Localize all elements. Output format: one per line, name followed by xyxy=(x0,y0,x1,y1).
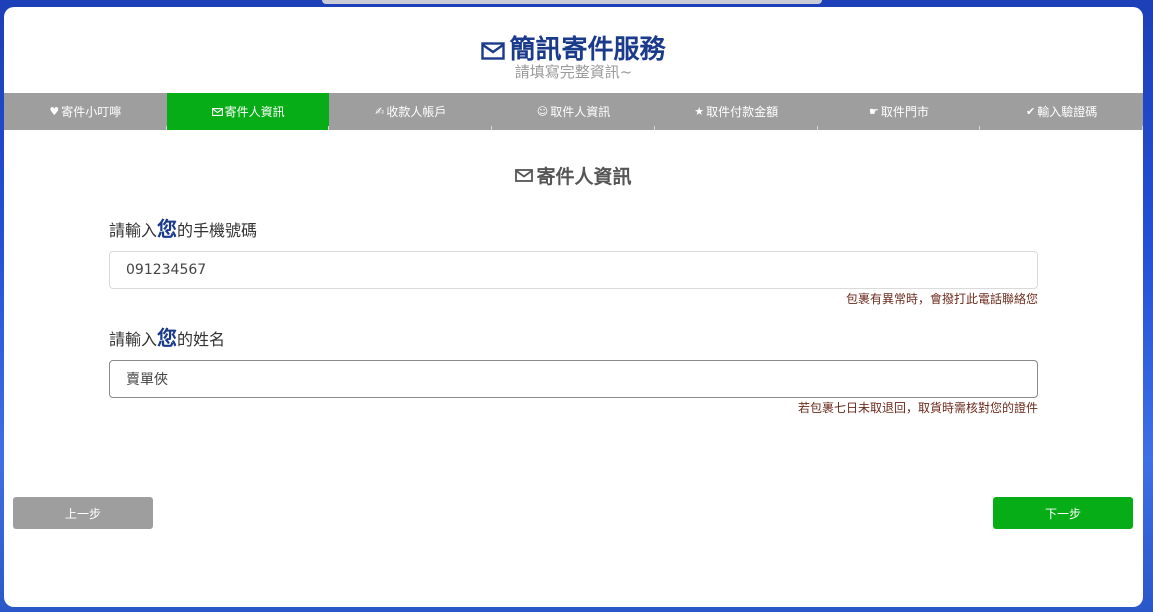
writing-hand-icon: ✍ xyxy=(375,105,385,118)
tab-label: 寄件小叮嚀 xyxy=(61,105,122,119)
pointing-hand-icon: ☛ xyxy=(869,105,879,118)
section-title: 寄件人資訊 xyxy=(4,162,1143,189)
star-icon: ★ xyxy=(694,105,705,118)
phone-label-you: 您 xyxy=(157,217,178,241)
check-icon: ✔ xyxy=(1026,105,1036,118)
tab-step-7[interactable]: ✔ 輸入驗證碼 xyxy=(980,93,1143,130)
heart-icon: ♥ xyxy=(49,105,60,118)
tab-label: 收款人帳戶 xyxy=(386,105,447,119)
tab-label: 輸入驗證碼 xyxy=(1037,105,1098,119)
phone-label: 請輸入您的手機號碼 xyxy=(109,218,1038,242)
phone-form-group: 請輸入您的手機號碼 091234567 包裹有異常時，會撥打此電話聯絡您 xyxy=(109,218,1038,307)
phone-hint: 包裹有異常時，會撥打此電話聯絡您 xyxy=(845,292,1038,306)
prev-step-button[interactable]: 上一步 xyxy=(13,497,153,529)
browser-top-tab xyxy=(322,0,822,4)
step-tabs: ♥ 寄件小叮嚀 寄件人資訊 ✍ 收款人帳戶 ☺ 取件人資訊 ★ 取件付款金額 ☛ 取件門市 ✔ 輸入驗證… xyxy=(4,93,1143,130)
page-title: 簡訊寄件服務 xyxy=(481,35,666,65)
tab-step-3[interactable]: ✍ 收款人帳戶 xyxy=(329,93,492,130)
tab-step-2[interactable]: 寄件人資訊 xyxy=(166,93,330,130)
tab-label: 取件付款金額 xyxy=(706,105,779,119)
name-label: 請輸入您的姓名 xyxy=(109,327,1038,351)
next-step-button[interactable]: 下一步 xyxy=(993,497,1133,529)
name-input[interactable]: 賣單俠 xyxy=(109,360,1038,398)
tab-step-4[interactable]: ☺ 取件人資訊 xyxy=(492,93,655,130)
tab-label: 取件門市 xyxy=(880,105,929,119)
phone-label-prefix: 請輸入 xyxy=(109,221,158,240)
tab-label: 寄件人資訊 xyxy=(224,105,285,119)
name-form-group: 請輸入您的姓名 賣單俠 若包裹七日未取退回，取貨時需核對您的證件 xyxy=(109,327,1038,416)
page-subtitle: 請填寫完整資訊~ xyxy=(514,63,633,81)
mail-icon xyxy=(481,42,506,60)
main-card: 簡訊寄件服務 請填寫完整資訊~ ♥ 寄件小叮嚀 寄件人資訊 ✍ 收款人帳戶 ☺ 取件人資訊 ★… xyxy=(4,7,1143,607)
mail-icon xyxy=(515,169,534,182)
name-label-suffix: 的姓名 xyxy=(177,330,226,349)
name-hint: 若包裹七日未取退回，取貨時需核對您的證件 xyxy=(797,401,1038,415)
name-label-prefix: 請輸入 xyxy=(109,330,158,349)
phone-input[interactable]: 091234567 xyxy=(109,251,1038,289)
tab-step-5[interactable]: ★ 取件付款金額 xyxy=(655,93,818,130)
tab-step-1[interactable]: ♥ 寄件小叮嚀 xyxy=(4,93,167,130)
section-title-text: 寄件人資訊 xyxy=(536,166,632,188)
phone-label-suffix: 的手機號碼 xyxy=(177,221,258,240)
page-header: 簡訊寄件服務 請填寫完整資訊~ xyxy=(4,7,1143,93)
name-label-you: 您 xyxy=(157,326,178,350)
tab-label: 取件人資訊 xyxy=(550,105,611,119)
mail-icon xyxy=(211,107,223,116)
tab-step-6[interactable]: ☛ 取件門市 xyxy=(818,93,981,130)
page-title-text: 簡訊寄件服務 xyxy=(509,35,666,65)
smiley-icon: ☺ xyxy=(536,105,549,118)
